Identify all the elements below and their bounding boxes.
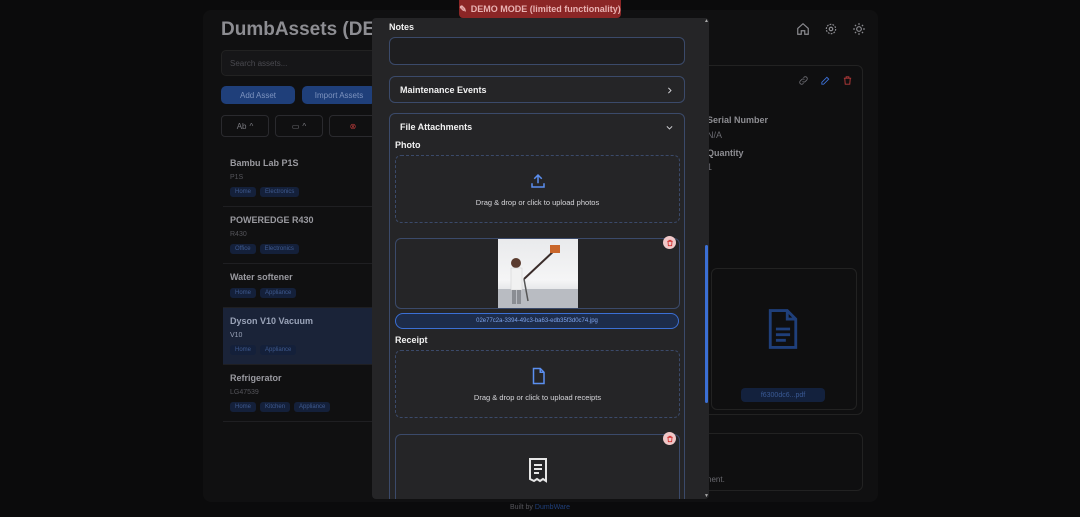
photo-drop-text: Drag & drop or click to upload photos [475,197,600,207]
file-name-pill[interactable]: f6300dc6...pdf [741,388,825,402]
tag[interactable]: Electronics [259,244,299,254]
tag[interactable]: Electronics [260,187,300,197]
sort-warranty-button[interactable]: ⊗ [329,115,377,137]
footer: Built by DumbWare [0,504,1080,511]
file-attachments-header[interactable]: File Attachments [390,114,684,140]
serial-number-label: Serial Number [707,115,769,125]
photo-dropzone[interactable]: Drag & drop or click to upload photos [395,155,680,223]
notes-textarea[interactable] [389,37,685,65]
tag[interactable]: Appliance [294,402,331,412]
chevron-right-icon [668,87,672,93]
photo-filename-pill[interactable]: 02e77c2a-3394-49c3-ba63-edb35f3d0c74.jpg [395,313,679,329]
tag[interactable]: Home [230,345,257,355]
tag[interactable]: Office [230,244,256,254]
link-icon[interactable] [798,73,809,85]
chevron-down-icon [666,125,673,130]
search-input[interactable]: Search assets... [221,50,391,76]
maintenance-events-section[interactable]: Maintenance Events [389,76,685,103]
file-icon [532,367,545,384]
footer-link[interactable]: DumbWare [535,504,570,511]
photo-preview [395,236,680,309]
tag[interactable]: Home [230,402,257,412]
demo-mode-banner: ✎ DEMO MODE (limited functionality) [459,0,621,18]
tag[interactable]: Home [230,288,257,298]
edit-icon[interactable] [820,73,831,85]
sun-icon[interactable] [852,22,866,36]
upload-icon [530,173,545,188]
scroll-up-icon[interactable]: ▲ [704,18,709,24]
tag[interactable]: Kitchen [260,402,291,412]
tag[interactable]: Appliance [260,345,297,355]
home-icon[interactable] [796,22,810,36]
file-attachments-label: File Attachments [400,122,473,132]
modal-scrollbar-thumb[interactable] [705,245,708,403]
photo-thumbnail[interactable] [498,239,578,308]
receipt-drop-text: Drag & drop or click to upload receipts [473,392,602,402]
footer-prefix: Built by [509,504,533,511]
photo-label: Photo [395,140,421,150]
maintenance-empty-text: nent. [707,475,725,484]
import-assets-button[interactable]: Import Assets [302,86,376,104]
receipt-icon [529,458,547,483]
trash-icon [666,239,673,246]
delete-photo-button[interactable] [663,236,676,249]
receipt-label: Receipt [395,335,428,345]
edit-asset-modal: Notes Maintenance Events File Attachment… [372,18,709,499]
calendar-icon: ▭ [291,121,300,131]
chevron-up-icon: ^ [249,121,254,131]
delete-receipt-button[interactable] [663,432,676,445]
vacuum-photo-image [498,245,578,308]
demo-mode-text: DEMO MODE (limited functionality) [470,4,621,14]
sort-name-button[interactable]: Ab ^ [221,115,269,137]
tag[interactable]: Appliance [260,288,297,298]
add-asset-button[interactable]: Add Asset [221,86,295,104]
sort-date-button[interactable]: ▭ ^ [275,115,323,137]
chevron-up-icon: ^ [302,121,307,131]
maintenance-events-label: Maintenance Events [400,85,487,95]
header-actions [796,22,866,36]
file-icon [768,309,798,349]
quantity-label: Quantity [707,148,744,158]
trash-icon [666,435,673,442]
notes-label: Notes [389,22,415,32]
pencil-icon: ✎ [459,3,467,14]
scroll-down-icon[interactable]: ▼ [704,493,709,499]
receipt-preview [395,432,680,499]
tag[interactable]: Home [230,187,257,197]
gear-icon[interactable] [824,22,838,36]
sort-name-label: Ab [236,121,247,131]
serial-number-value: N/A [707,130,723,140]
trash-icon[interactable] [842,73,853,85]
app-title: DumbAssets (DEM [221,19,391,40]
alert-circle-icon: ⊗ [349,121,357,131]
receipt-dropzone[interactable]: Drag & drop or click to upload receipts [395,350,680,418]
